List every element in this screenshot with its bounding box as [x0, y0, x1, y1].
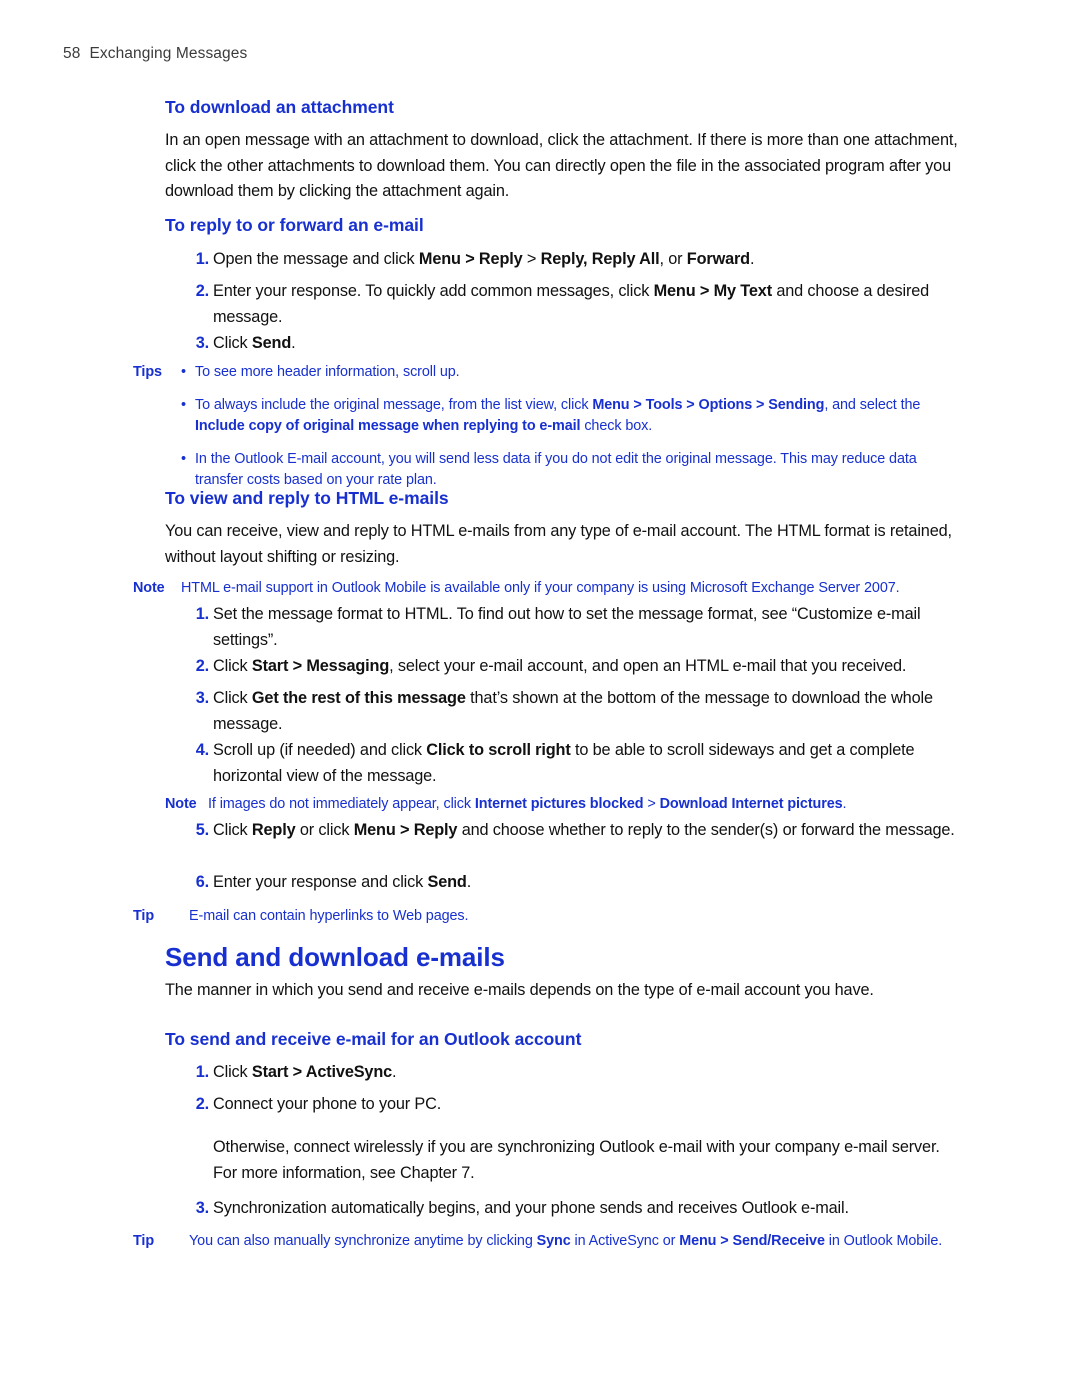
- paragraph-html-emails: You can receive, view and reply to HTML …: [165, 522, 952, 566]
- list-text: Click Get the rest of this message that’…: [213, 689, 933, 733]
- heading-send-download: Send and download e-mails: [165, 942, 505, 972]
- list-text: To see more header information, scroll u…: [195, 364, 460, 380]
- bullet-icon: •: [181, 450, 186, 467]
- list-marker: 4.: [195, 741, 209, 759]
- list-text: Set the message format to HTML. To find …: [213, 605, 921, 649]
- page-number: 58: [63, 45, 81, 62]
- list-marker: 2.: [195, 1095, 209, 1113]
- list-text: To always include the original message, …: [195, 396, 921, 435]
- list-text: Synchronization automatically begins, an…: [213, 1199, 849, 1217]
- paragraph-send-download: The manner in which you send and receive…: [165, 981, 874, 999]
- heading-outlook-account: To send and receive e-mail for an Outloo…: [165, 1029, 582, 1049]
- manual-page: 58 Exchanging Messages To download an att…: [0, 0, 1080, 1397]
- tips-body: • To see more header information, scroll…: [181, 362, 965, 492]
- tip-label: Tip: [133, 1233, 155, 1249]
- tip-callout-hyperlinks: Tip E-mail can contain hyperlinks to Web…: [133, 906, 965, 928]
- tips-callout: Tips • To see more header information, s…: [133, 362, 965, 492]
- list-marker: 1.: [195, 605, 209, 623]
- paragraph-text: Otherwise, connect wirelessly if you are…: [213, 1138, 940, 1182]
- list-marker: 1.: [195, 1063, 209, 1081]
- list-text: In the Outlook E-mail account, you will …: [195, 450, 917, 489]
- list-item: • To see more header information, scroll…: [181, 362, 965, 384]
- list-marker: 1.: [195, 250, 209, 268]
- list-item: 3. Synchronization automatically begins,…: [165, 1196, 965, 1222]
- bullet-icon: •: [181, 364, 186, 380]
- list-item: 3. Click Send.: [165, 331, 965, 357]
- list-item: 1. Click Start > ActiveSync.: [165, 1060, 965, 1086]
- list-text: Enter your response. To quickly add comm…: [213, 282, 930, 326]
- list-text: Connect your phone to your PC.: [213, 1095, 442, 1113]
- note-label: Note: [165, 796, 197, 812]
- list-item: 4. Scroll up (if needed) and click Click…: [165, 738, 965, 789]
- note-label: Note: [133, 580, 165, 596]
- list-item: 5. Click Reply or click Menu > Reply and…: [165, 818, 965, 844]
- note-callout-images: Note If images do not immediately appear…: [165, 794, 965, 816]
- list-item: 2. Enter your response. To quickly add c…: [165, 279, 965, 330]
- list-text: Scroll up (if needed) and click Click to…: [213, 741, 915, 785]
- list-item: 1. Open the message and click Menu > Rep…: [165, 247, 965, 273]
- note-body: HTML e-mail support in Outlook Mobile is…: [181, 580, 900, 596]
- bullet-icon: •: [181, 396, 186, 413]
- running-title: Exchanging Messages: [89, 45, 248, 62]
- note-body: If images do not immediately appear, cli…: [208, 796, 847, 812]
- tip-body: E-mail can contain hyperlinks to Web pag…: [189, 908, 469, 924]
- list-item: 2. Connect your phone to your PC.: [165, 1092, 965, 1118]
- list-item: 3. Click Get the rest of this message th…: [165, 686, 965, 737]
- note-callout-html-support: Note HTML e-mail support in Outlook Mobi…: [133, 578, 965, 600]
- tip-callout-sync: Tip You can also manually synchronize an…: [133, 1231, 965, 1253]
- list-marker: 3.: [195, 1199, 209, 1217]
- list-item: 6. Enter your response and click Send.: [165, 870, 965, 896]
- paragraph-download-attachment: In an open message with an attachment to…: [165, 131, 958, 200]
- running-header: 58 Exchanging Messages: [63, 45, 247, 63]
- tip-label: Tip: [133, 908, 155, 924]
- list-item: 2. Click Start > Messaging, select your …: [165, 654, 965, 680]
- heading-html-emails: To view and reply to HTML e-mails: [165, 488, 449, 508]
- tips-bullet-list: • To see more header information, scroll…: [181, 362, 965, 492]
- list-item: • To always include the original message…: [181, 395, 965, 438]
- list-text: Click Reply or click Menu > Reply and ch…: [213, 821, 955, 839]
- tips-label: Tips: [133, 364, 162, 380]
- list-text: Open the message and click Menu > Reply …: [213, 250, 755, 268]
- list-item: 1. Set the message format to HTML. To fi…: [165, 602, 965, 653]
- list-marker: 5.: [195, 821, 209, 839]
- list-item: • In the Outlook E-mail account, you wil…: [181, 449, 965, 492]
- list-text: Click Send.: [213, 334, 296, 352]
- list-text: Click Start > ActiveSync.: [213, 1063, 397, 1081]
- list-text: Enter your response and click Send.: [213, 873, 472, 891]
- list-marker: 6.: [195, 873, 209, 891]
- paragraph-outlook-continuation: Otherwise, connect wirelessly if you are…: [165, 1135, 955, 1186]
- list-marker: 3.: [195, 689, 209, 707]
- list-text: Click Start > Messaging, select your e-m…: [213, 657, 907, 675]
- tip-body: You can also manually synchronize anytim…: [189, 1233, 943, 1249]
- list-marker: 2.: [195, 282, 209, 300]
- heading-reply-forward: To reply to or forward an e-mail: [165, 215, 424, 235]
- heading-download-attachment: To download an attachment: [165, 97, 394, 117]
- list-marker: 3.: [195, 334, 209, 352]
- list-marker: 2.: [195, 657, 209, 675]
